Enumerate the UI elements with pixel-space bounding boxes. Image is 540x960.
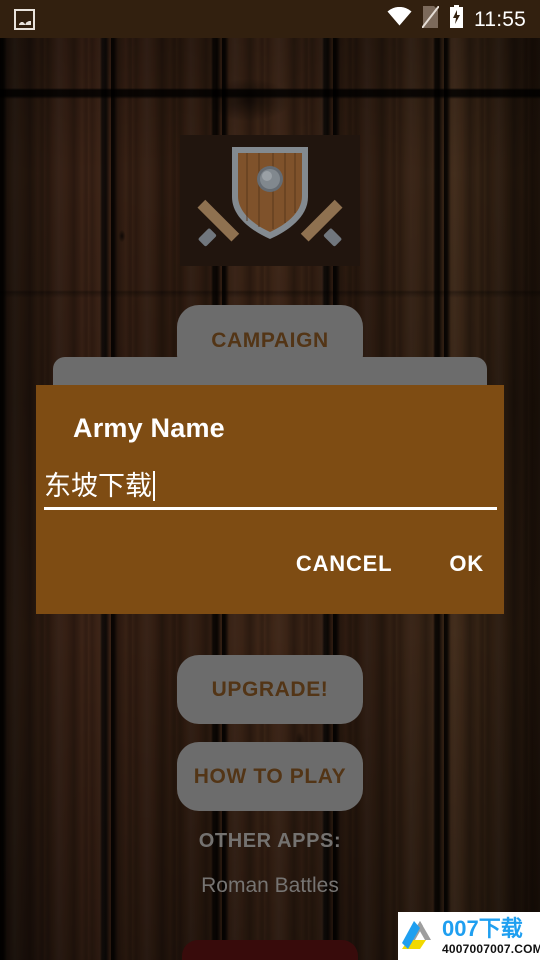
army-name-input-text[interactable]: 东坡下载 [44, 467, 497, 505]
wifi-icon [387, 6, 412, 31]
cancel-button[interactable]: CANCEL [292, 545, 396, 583]
dialog-title: Army Name [73, 413, 225, 443]
input-underline [44, 507, 497, 510]
drive-triangle-logo-icon [402, 918, 438, 955]
army-name-dialog: Army Name 东坡下载 CANCEL OK [36, 385, 504, 614]
watermark-sub-text: 4007007007.COM [442, 941, 540, 956]
text-caret [153, 471, 155, 501]
watermark: 007下载 4007007007.COM [398, 912, 540, 960]
army-name-input-value: 东坡下载 [44, 471, 152, 501]
ok-button[interactable]: OK [445, 545, 488, 583]
status-bar: 11:55 [0, 0, 540, 38]
watermark-texts: 007下载 4007007007.COM [442, 915, 540, 956]
battery-charging-icon [449, 5, 464, 33]
army-name-input[interactable]: 东坡下载 [44, 467, 497, 510]
status-bar-system-icons: 11:55 [387, 4, 540, 33]
image-notification-icon [14, 8, 35, 30]
no-sim-icon [421, 4, 440, 33]
status-bar-clock: 11:55 [474, 7, 526, 31]
watermark-main-text: 007下载 [442, 915, 523, 941]
phone-screen: CAMPAIGN UPGRADE! HOW TO PLAY OTHER APPS… [0, 0, 540, 960]
dialog-actions: CANCEL OK [292, 545, 488, 583]
status-bar-notifications [0, 8, 35, 30]
